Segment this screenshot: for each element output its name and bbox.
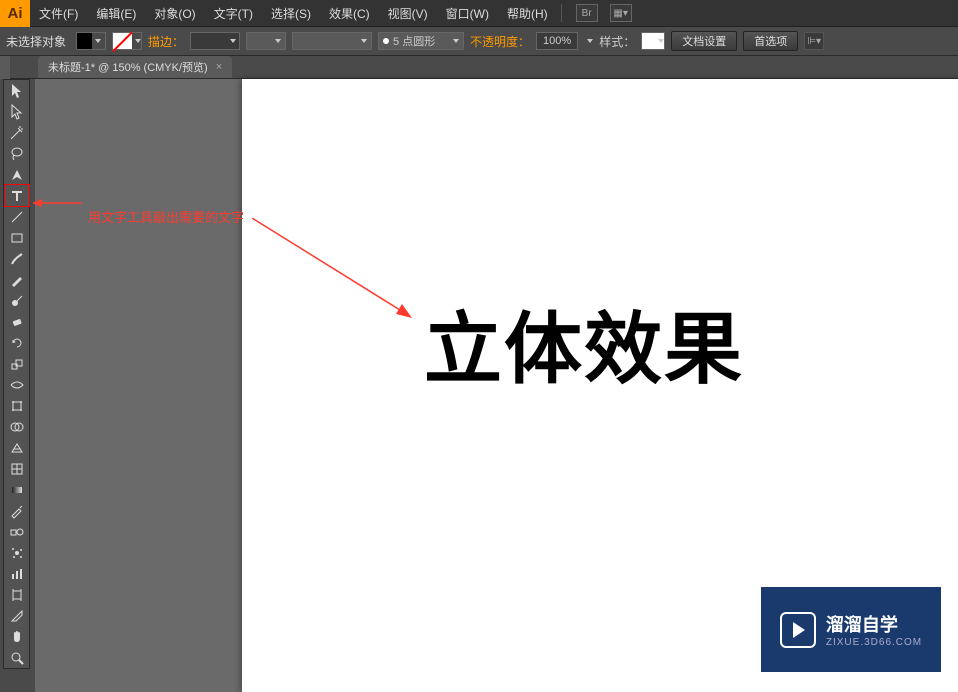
- pencil-tool[interactable]: [5, 269, 29, 290]
- fill-swatch[interactable]: [76, 32, 106, 50]
- gradient-tool[interactable]: [5, 479, 29, 500]
- annotation-arrow-to-tool: [32, 196, 82, 210]
- annotation-text: 用文字工具敲出需要的文字: [88, 207, 244, 226]
- brush-name: 5 点圆形: [393, 33, 435, 49]
- brush-dropdown[interactable]: 5 点圆形: [378, 32, 464, 50]
- rect-tool[interactable]: [5, 227, 29, 248]
- var-width-dropdown[interactable]: [292, 32, 372, 50]
- brush-tool[interactable]: [5, 248, 29, 269]
- selection-status: 未选择对象: [6, 33, 66, 50]
- menu-edit[interactable]: 编辑(E): [87, 0, 145, 27]
- opacity-input[interactable]: 100%: [536, 32, 578, 50]
- canvas-text[interactable]: 立体效果: [424, 287, 744, 399]
- toolbox: [3, 79, 30, 669]
- watermark: 溜溜自学 ZIXUE.3D66.COM: [761, 587, 941, 672]
- brush-dot-icon: [383, 38, 389, 44]
- line-tool[interactable]: [5, 206, 29, 227]
- stroke-swatch[interactable]: [112, 32, 142, 50]
- menu-file[interactable]: 文件(F): [30, 0, 87, 27]
- blob-tool[interactable]: [5, 290, 29, 311]
- opacity-label: 不透明度：: [470, 33, 530, 50]
- tab-title: 未标题-1* @ 150% (CMYK/预览): [48, 59, 208, 75]
- lasso-tool[interactable]: [5, 143, 29, 164]
- mesh-tool[interactable]: [5, 458, 29, 479]
- pen-tool[interactable]: [5, 164, 29, 185]
- menu-type[interactable]: 文字(T): [205, 0, 262, 27]
- watermark-title: 溜溜自学: [826, 611, 922, 637]
- graph-tool[interactable]: [5, 563, 29, 584]
- blend-tool[interactable]: [5, 521, 29, 542]
- close-icon[interactable]: ×: [216, 61, 222, 73]
- menubar: Ai 文件(F) 编辑(E) 对象(O) 文字(T) 选择(S) 效果(C) 视…: [0, 0, 958, 27]
- perspective-tool[interactable]: [5, 437, 29, 458]
- menu-window[interactable]: 窗口(W): [437, 0, 498, 27]
- type-tool[interactable]: [5, 185, 29, 206]
- align-icon[interactable]: ⊫▾: [804, 32, 824, 50]
- zoom-tool[interactable]: [5, 647, 29, 668]
- shapebuilder-tool[interactable]: [5, 416, 29, 437]
- symbol-tool[interactable]: [5, 542, 29, 563]
- selection-tool[interactable]: [5, 80, 29, 101]
- document-setup-button[interactable]: 文档设置: [671, 31, 737, 51]
- menu-view[interactable]: 视图(V): [379, 0, 437, 27]
- eraser-tool[interactable]: [5, 311, 29, 332]
- opacity-arrow[interactable]: [587, 39, 593, 43]
- rotate-tool[interactable]: [5, 332, 29, 353]
- annotation-arrow-to-text: [252, 218, 412, 320]
- menu-select[interactable]: 选择(S): [262, 0, 320, 27]
- style-label: 样式：: [599, 33, 635, 50]
- opacity-value: 100%: [543, 35, 571, 47]
- slice-tool[interactable]: [5, 605, 29, 626]
- menu-help[interactable]: 帮助(H): [498, 0, 557, 27]
- stroke-style-dropdown[interactable]: [246, 32, 286, 50]
- tabbar: 未标题-1* @ 150% (CMYK/预览) ×: [0, 56, 958, 79]
- direct-select-tool[interactable]: [5, 101, 29, 122]
- stroke-width-input[interactable]: [190, 32, 240, 50]
- artboard-tool[interactable]: [5, 584, 29, 605]
- arrange-icon[interactable]: ▦▾: [610, 4, 632, 22]
- scale-tool[interactable]: [5, 353, 29, 374]
- preferences-button[interactable]: 首选项: [743, 31, 798, 51]
- wand-tool[interactable]: [5, 122, 29, 143]
- free-transform-tool[interactable]: [5, 395, 29, 416]
- eyedropper-tool[interactable]: [5, 500, 29, 521]
- hand-tool[interactable]: [5, 626, 29, 647]
- watermark-sub: ZIXUE.3D66.COM: [826, 637, 922, 648]
- menu-object[interactable]: 对象(O): [145, 0, 204, 27]
- menu-effect[interactable]: 效果(C): [320, 0, 379, 27]
- play-icon: [780, 612, 816, 648]
- stroke-label: 描边：: [148, 33, 184, 50]
- panel-strip: [0, 56, 10, 79]
- app-icon: Ai: [0, 0, 30, 27]
- bridge-icon[interactable]: Br: [576, 4, 598, 22]
- graphic-style-swatch[interactable]: [641, 32, 665, 50]
- width-tool[interactable]: [5, 374, 29, 395]
- document-tab[interactable]: 未标题-1* @ 150% (CMYK/预览) ×: [38, 56, 232, 78]
- separator: [561, 4, 562, 22]
- controlbar: 未选择对象 描边： 5 点圆形 不透明度： 100% 样式： 文档设置 首选项 …: [0, 27, 958, 56]
